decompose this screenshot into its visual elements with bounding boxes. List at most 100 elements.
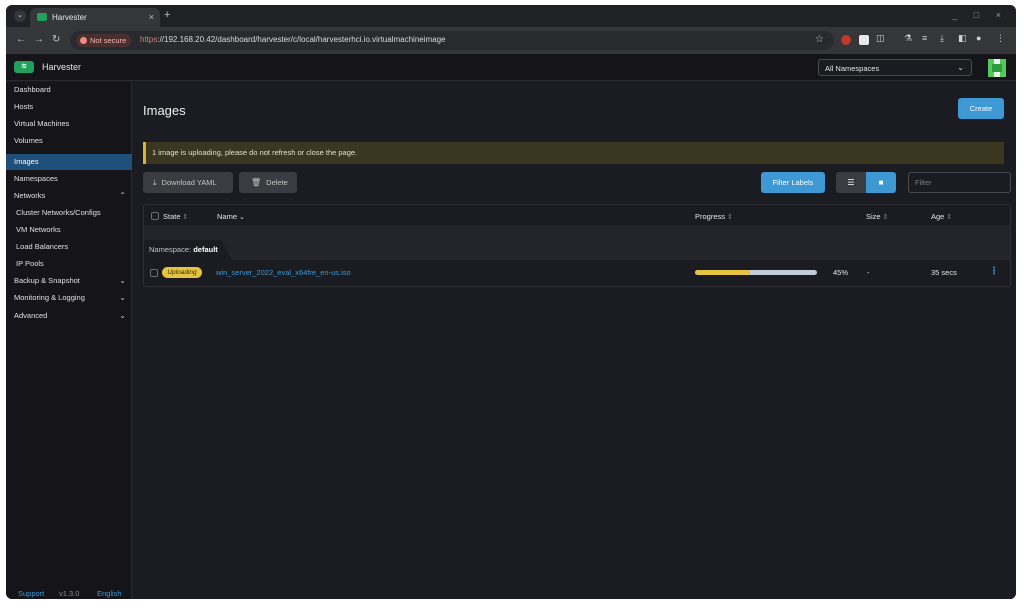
sidebar-item-backup-snapshot[interactable]: Backup & Snapshot ⌄ (6, 273, 132, 289)
status-badge: Uploading (162, 267, 202, 278)
chevron-down-icon: ⌄ (119, 293, 126, 302)
column-state[interactable]: State ⇕ (163, 212, 188, 221)
sidebar-item-vm-networks[interactable]: VM Networks (6, 222, 132, 238)
sidebar-item-load-balancers[interactable]: Load Balancers (6, 239, 132, 255)
delete-button[interactable]: 🗑 Delete (239, 172, 297, 193)
create-button[interactable]: Create (958, 98, 1004, 119)
download-icon[interactable]: ⤓ (940, 33, 944, 44)
side-panel-icon[interactable]: ◧ (958, 33, 967, 44)
avatar-pattern (992, 64, 1002, 72)
tab-search-icon[interactable]: ⌄ (14, 10, 26, 22)
sidebar-item-networks[interactable]: Networks ⌃ (6, 188, 132, 204)
avatar[interactable] (988, 59, 1006, 77)
column-age[interactable]: Age ⇕ (931, 212, 952, 221)
download-icon: ⤓ (153, 178, 157, 187)
column-size[interactable]: Size ⇕ (866, 212, 888, 221)
select-all-checkbox[interactable] (151, 212, 159, 220)
filter-labels-button[interactable]: Filter Labels (761, 172, 825, 193)
column-name[interactable]: Name ⌄ (217, 212, 245, 221)
sidebar-item-hosts[interactable]: Hosts (6, 99, 132, 115)
chevron-down-icon: ⌄ (957, 63, 964, 72)
labs-flask-icon[interactable]: ⚗ (904, 33, 912, 44)
column-size-label: Size (866, 212, 881, 221)
extension-red-icon[interactable] (841, 35, 851, 45)
browser-tab[interactable]: Harvester × (30, 8, 160, 27)
row-actions-icon[interactable]: ⋮ (989, 266, 999, 277)
namespace-group-label: Namespace: default (144, 240, 232, 260)
profile-icon[interactable]: ● (976, 33, 981, 43)
progress-percent: 45% (833, 268, 849, 277)
harvester-favicon-icon (37, 13, 47, 21)
support-link[interactable]: Support (18, 589, 44, 598)
harvester-logo-icon[interactable]: ≋ (14, 61, 34, 73)
group-view-toggle[interactable]: ■ (866, 172, 896, 193)
folder-icon: ■ (878, 178, 884, 187)
row-checkbox[interactable] (150, 269, 158, 277)
extension-square-icon[interactable] (859, 35, 869, 45)
download-yaml-button[interactable]: ⤓ Download YAML (143, 172, 233, 193)
sidebar: Dashboard Hosts Virtual Machines Volumes… (6, 82, 132, 599)
security-indicator[interactable]: Not secure (76, 34, 132, 47)
new-tab-icon[interactable]: + (164, 9, 170, 21)
chevron-down-icon: ⌄ (119, 311, 126, 320)
window-controls[interactable]: _ □ × (952, 10, 1008, 20)
browser-window: ⌄ Harvester × + _ □ × ← → ↻ Not secure h… (6, 5, 1016, 599)
sidebar-item-label: Monitoring & Logging (14, 293, 85, 302)
sort-icon: ⇕ (182, 214, 189, 221)
namespace-select-value: All Namespaces (825, 64, 880, 73)
url-path: ://192.168.20.42/dashboard/harvester/c/l… (157, 35, 446, 44)
filter-input[interactable] (909, 173, 1010, 192)
filter-input-box[interactable] (908, 172, 1011, 193)
reload-icon[interactable]: ↻ (52, 34, 60, 45)
sidebar-item-cluster-networks[interactable]: Cluster Networks/Configs (6, 205, 132, 221)
trash-icon: 🗑 (251, 178, 262, 187)
column-name-label: Name (217, 212, 238, 221)
address-bar[interactable]: Not secure https://192.168.20.42/dashboa… (70, 31, 834, 50)
version-label: v1.3.0 (59, 589, 80, 598)
list-icon: ☰ (847, 178, 855, 187)
sidebar-item-label: Backup & Snapshot (14, 276, 80, 285)
app-name: Harvester (42, 62, 82, 72)
column-progress[interactable]: Progress ⇕ (695, 212, 733, 221)
sort-icon: ⇕ (727, 214, 733, 221)
sidebar-item-label: Advanced (14, 311, 48, 320)
group-prefix: Namespace: (149, 245, 192, 254)
namespace-group-band: Namespace: default (144, 228, 1010, 260)
delete-label: Delete (266, 178, 288, 187)
back-icon[interactable]: ← (16, 34, 26, 45)
language-link[interactable]: English (97, 589, 122, 598)
namespace-select[interactable]: All Namespaces ⌄ (818, 59, 972, 76)
sidebar-item-virtual-machines[interactable]: Virtual Machines (6, 116, 132, 132)
progress-bar (695, 270, 817, 275)
app-header: ≋ Harvester All Namespaces ⌄ (6, 54, 1016, 81)
sidebar-item-namespaces[interactable]: Namespaces (6, 171, 132, 187)
sidebar-item-dashboard[interactable]: Dashboard (6, 82, 132, 98)
tab-close-icon[interactable]: × (149, 12, 154, 22)
sidebar-item-ip-pools[interactable]: IP Pools (6, 256, 132, 272)
sidebar-item-monitoring-logging[interactable]: Monitoring & Logging ⌄ (6, 290, 132, 306)
sidebar-item-advanced[interactable]: Advanced ⌄ (6, 308, 132, 324)
sort-desc-icon: ⌄ (239, 214, 245, 221)
url-text[interactable]: https://192.168.20.42/dashboard/harveste… (140, 35, 446, 44)
forward-icon[interactable]: → (34, 34, 44, 45)
column-progress-label: Progress (695, 212, 726, 221)
image-age: 35 secs (931, 268, 957, 277)
upload-warning-banner: 1 image is uploading, please do not refr… (143, 142, 1004, 164)
tab-title: Harvester (52, 13, 87, 22)
sort-icon: ⇕ (946, 214, 953, 221)
image-name-link[interactable]: win_server_2022_eval_x64fre_en-us.iso (216, 268, 351, 277)
main-content: Images Create 1 image is uploading, plea… (133, 82, 1016, 599)
column-age-label: Age (931, 212, 945, 221)
browser-menu-icon[interactable]: ⋮ (996, 33, 1005, 44)
images-table: State ⇕ Name ⌄ Progress ⇕ Size ⇕ Age ⇕ Namesp… (143, 204, 1011, 287)
sidebar-item-volumes[interactable]: Volumes (6, 133, 132, 149)
list-view-toggle[interactable]: ☰ (836, 172, 866, 193)
bookmark-star-icon[interactable]: ☆ (815, 34, 824, 45)
extensions-puzzle-icon[interactable]: ◫ (876, 33, 885, 44)
group-name: default (193, 245, 218, 254)
chevron-up-icon: ⌃ (119, 191, 126, 200)
progress-bar-fill (695, 270, 750, 275)
download-yaml-label: Download YAML (161, 178, 217, 187)
sidebar-item-images[interactable]: Images (6, 154, 132, 170)
translate-icon[interactable]: ≡ (922, 33, 927, 43)
